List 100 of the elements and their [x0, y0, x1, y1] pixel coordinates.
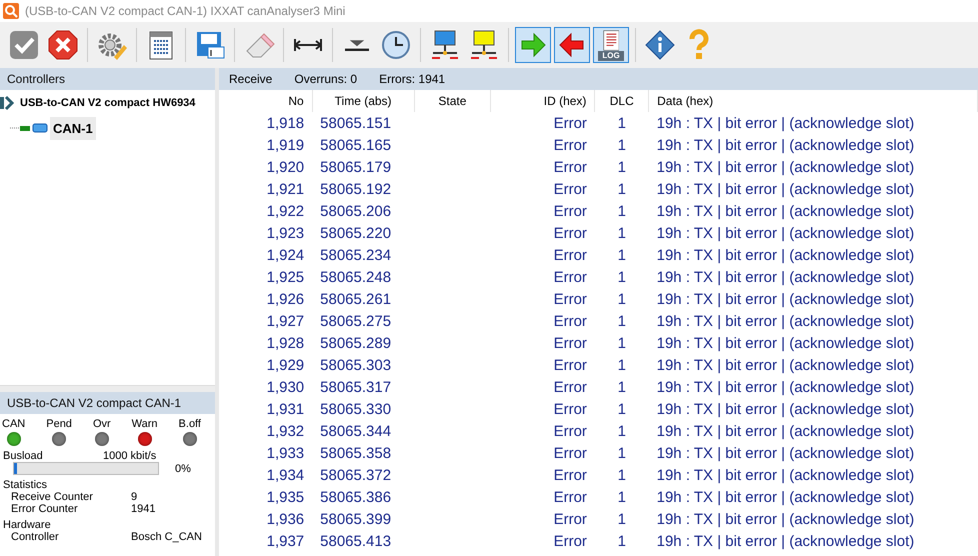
network-icon — [429, 29, 461, 61]
table-cell-text: Error — [552, 532, 588, 552]
table-cell-text: 1,924 — [266, 246, 306, 266]
info-icon — [644, 29, 676, 61]
table-cell-text: 1 — [616, 444, 627, 464]
table-cell-text: 1 — [616, 180, 627, 200]
field-value: Bosch C_CAN — [131, 531, 202, 543]
table-cell-text: 58065.330 — [319, 400, 392, 420]
field-label: Error Counter — [10, 503, 79, 515]
field-value: 9 — [131, 491, 138, 503]
panel-header: Controllers — [0, 68, 215, 90]
table-cell-text: 58065.344 — [319, 422, 392, 442]
led-label: Ovr — [92, 418, 111, 430]
table-cell-text: 1 — [616, 312, 627, 332]
section-title: Statistics — [3, 479, 48, 491]
column-header[interactable]: Data (hex) — [648, 90, 978, 112]
tree-item[interactable]: CAN-1 — [50, 116, 96, 140]
table-cell-text: 58065.220 — [319, 224, 392, 244]
table-cell-text: 1 — [616, 532, 627, 552]
table-cell: 58065.151 — [312, 112, 414, 134]
column-header[interactable]: ID (hex) — [490, 90, 595, 112]
overruns-count: Overruns: 0 — [294, 72, 358, 86]
table-cell-text: Error — [552, 180, 588, 200]
led-label: CAN — [2, 418, 26, 430]
section-title: Hardware — [3, 519, 52, 531]
table-cell-text: 1,926 — [266, 290, 306, 310]
table-cell-text: 1 — [616, 510, 627, 530]
errors-count: Errors: 1941 — [379, 72, 446, 86]
table-cell-text: 1,929 — [266, 356, 306, 376]
table-cell-text: Error — [552, 290, 588, 310]
log-file-button[interactable]: LOG — [593, 27, 629, 63]
table-cell-text: Error — [552, 202, 588, 222]
table-cell-text: Error — [552, 488, 588, 508]
table-cell: 1 — [594, 112, 649, 134]
column-header[interactable]: State — [414, 90, 491, 112]
table-cell-text: 58065.206 — [319, 202, 392, 222]
table-cell-text: 1 — [616, 422, 627, 442]
table-cell-text: 1 — [616, 136, 627, 156]
table-cell-text: 1 — [616, 356, 627, 376]
left-arrow-button[interactable] — [554, 27, 590, 63]
column-header[interactable]: No — [219, 90, 312, 112]
busload-reading: 0% — [175, 462, 191, 474]
table-cell-text: 1 — [616, 488, 627, 508]
table-cell-text: Error — [552, 312, 588, 332]
table-cell-text: 19h : TX | bit error | (acknowledge slot) — [656, 532, 916, 552]
table-cell-text: 58065.372 — [319, 466, 392, 486]
clock-icon — [380, 29, 412, 61]
column-header[interactable]: Time (abs) — [312, 90, 414, 112]
table-cell-text: 19h : TX | bit error | (acknowledge slot) — [656, 334, 916, 354]
tree-item[interactable]: USB-to-CAN V2 compact HW6934 — [20, 97, 196, 109]
table-cell-text: 58065.261 — [319, 290, 392, 310]
table-cell-text: Error — [552, 444, 588, 464]
table-cell: 19h : TX | bit error | (acknowledge slot) — [648, 112, 978, 134]
log-file-icon — [602, 30, 620, 50]
table-cell-text: 58065.275 — [319, 312, 392, 332]
splitter-handle[interactable] — [0, 385, 215, 392]
table-cell-text: Error — [552, 466, 588, 486]
table-cell-text: 1,923 — [266, 224, 306, 244]
table-cell-text: 19h : TX | bit error | (acknowledge slot) — [656, 158, 916, 178]
table-cell-text: 19h : TX | bit error | (acknowledge slot) — [656, 312, 916, 332]
table-cell-text: 1 — [616, 224, 627, 244]
can-chip-icon — [10, 121, 50, 135]
led-label: B.off — [178, 418, 201, 430]
table-cell: 1,918 — [219, 112, 312, 134]
table-cell-text: Error — [552, 224, 588, 244]
table-cell-text: 1,934 — [266, 466, 306, 486]
table-cell-text: 1,936 — [266, 510, 306, 530]
table-cell-text: 1,931 — [266, 400, 306, 420]
window-title: (USB-to-CAN V2 compact CAN-1) IXXAT canAnalyser3 Mini — [25, 4, 346, 18]
table-cell-text: 58065.248 — [319, 268, 392, 288]
table-cell-text: 58065.179 — [319, 158, 392, 178]
table-cell-text: 19h : TX | bit error | (acknowledge slot) — [656, 180, 916, 200]
table-cell-text: 1 — [616, 290, 627, 310]
table-cell-text: 1 — [616, 400, 627, 420]
table-cell-text: 1,930 — [266, 378, 306, 398]
field-label: Controller — [10, 531, 60, 543]
table-cell-text: 1,927 — [266, 312, 306, 332]
table-cell-text: Error — [552, 422, 588, 442]
network-icon — [468, 29, 500, 61]
field-value: 1000 kbit/s — [103, 450, 156, 462]
table-cell-text: 19h : TX | bit error | (acknowledge slot) — [656, 444, 916, 464]
table-cell-text: 1,922 — [266, 202, 306, 222]
table-cell-text: 1,937 — [266, 532, 306, 552]
table-cell-text: 19h : TX | bit error | (acknowledge slot) — [656, 422, 916, 442]
panel-title: Receive — [229, 72, 272, 86]
table-cell-text: 58065.413 — [319, 532, 392, 552]
column-header[interactable]: DLC — [594, 90, 649, 112]
table-cell-text: 1 — [616, 268, 627, 288]
table-cell-text: 19h : TX | bit error | (acknowledge slot) — [656, 136, 916, 156]
right-arrow-button[interactable] — [515, 27, 551, 63]
table-cell-text: Error — [552, 334, 588, 354]
table-cell-text: 1,928 — [266, 334, 306, 354]
table-cell-text: 58065.289 — [319, 334, 392, 354]
table-cell-text: Error — [552, 400, 588, 420]
table-cell-text: 58065.317 — [319, 378, 392, 398]
expand-chevron-icon[interactable] — [0, 95, 16, 111]
table-cell-text: 58065.358 — [319, 444, 392, 464]
table-cell-text: 19h : TX | bit error | (acknowledge slot) — [656, 356, 916, 376]
led-label: Pend — [46, 418, 72, 430]
field-value: 1941 — [131, 503, 156, 515]
